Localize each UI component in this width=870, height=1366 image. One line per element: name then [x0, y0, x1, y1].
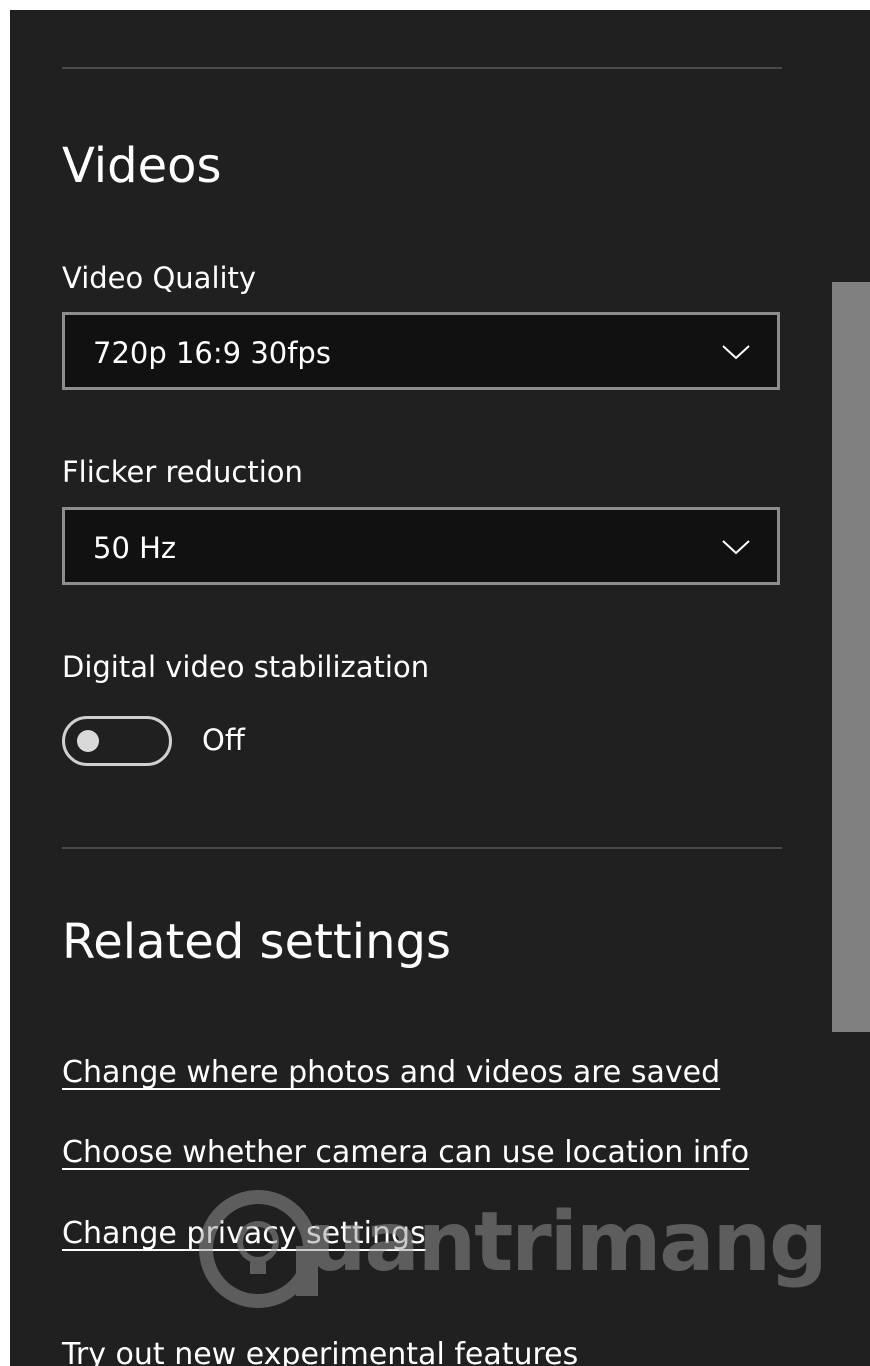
- flicker-reduction-value: 50 Hz: [93, 531, 177, 565]
- toggle-knob: [77, 730, 99, 752]
- link-experimental-features[interactable]: Try out new experimental features: [62, 1340, 578, 1366]
- top-divider: [62, 67, 782, 69]
- stabilization-toggle[interactable]: [62, 716, 172, 766]
- stabilization-state: Off: [202, 723, 245, 757]
- flicker-reduction-dropdown[interactable]: 50 Hz: [62, 507, 780, 585]
- chevron-down-icon: [722, 540, 750, 555]
- video-quality-value: 720p 16:9 30fps: [93, 336, 331, 370]
- link-photo-save-location[interactable]: Change where photos and videos are saved: [62, 1058, 720, 1088]
- link-privacy-settings[interactable]: Change privacy settings: [62, 1219, 426, 1249]
- stabilization-label: Digital video stabilization: [62, 650, 430, 684]
- section-divider: [62, 847, 782, 849]
- video-quality-label: Video Quality: [62, 261, 257, 295]
- flicker-reduction-label: Flicker reduction: [62, 455, 303, 489]
- scrollbar-thumb[interactable]: [832, 282, 870, 1032]
- chevron-down-icon: [722, 345, 750, 360]
- videos-section-title: Videos: [62, 138, 222, 194]
- related-settings-title: Related settings: [62, 914, 451, 970]
- link-camera-location-info[interactable]: Choose whether camera can use location i…: [62, 1138, 749, 1168]
- video-quality-dropdown[interactable]: 720p 16:9 30fps: [62, 312, 780, 390]
- settings-panel: Videos Video Quality 720p 16:9 30fps Fli…: [10, 10, 870, 1366]
